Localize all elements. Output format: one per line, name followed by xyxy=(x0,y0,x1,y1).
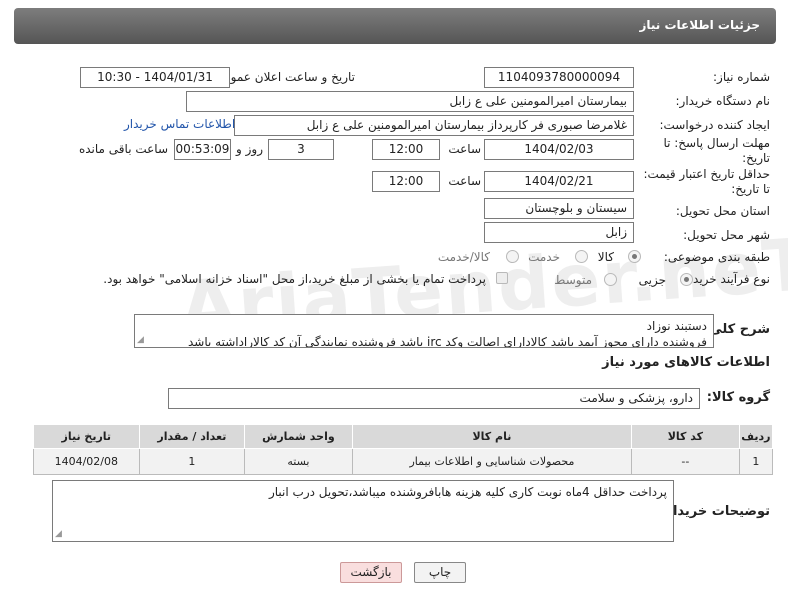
validity-date-field: 1404/02/21 xyxy=(484,171,634,192)
city-label: شهر محل تحویل: xyxy=(683,228,770,242)
reply-time-label: ساعت xyxy=(448,142,481,156)
cell-row: 1 xyxy=(738,448,774,475)
province-label: استان محل تحویل: xyxy=(675,204,770,218)
purchase-radio-minor[interactable] xyxy=(680,273,693,286)
category-radio-goods-service[interactable] xyxy=(506,250,519,263)
days-remaining-field: 3 xyxy=(268,139,334,160)
buyer-notes-textarea[interactable]: پرداخت حداقل 4ماه نوبت کاری کلیه هزینه ه… xyxy=(52,480,674,542)
goods-table-header: ردیف کد کالا نام کالا واحد شمارش تعداد /… xyxy=(33,424,774,449)
announce-field: 1404/01/31 - 10:30 xyxy=(80,67,230,88)
goods-table: ردیف کد کالا نام کالا واحد شمارش تعداد /… xyxy=(33,424,774,475)
goods-group-field: دارو، پزشکی و سلامت xyxy=(168,388,700,409)
category-option-goods: کالا xyxy=(597,250,614,264)
description-line-1: دستبند نوزاد xyxy=(646,319,707,333)
city-field: زابل xyxy=(484,222,634,243)
col-quantity: تعداد / مقدار xyxy=(138,424,246,449)
col-unit: واحد شمارش xyxy=(244,424,353,449)
creator-field: غلامرضا صبوری فر کارپرداز بیمارستان امیر… xyxy=(234,115,634,136)
col-need-date: تاریخ نیاز xyxy=(33,424,140,449)
page-title: جزئیات اطلاعات نیاز xyxy=(639,18,760,32)
col-row: ردیف xyxy=(738,424,774,449)
cell-unit: بسته xyxy=(244,448,353,475)
contact-buyer-link[interactable]: اطلاعات تماس خریدار xyxy=(124,117,235,131)
reply-deadline-label: مهلت ارسال پاسخ: تا xyxy=(663,136,770,150)
creator-label: ایجاد کننده درخواست: xyxy=(659,118,770,132)
reply-time-field: 12:00 xyxy=(372,139,440,160)
resize-handle-icon: ◢ xyxy=(55,529,62,539)
announce-label: تاریخ و ساعت اعلان عمومی: xyxy=(210,70,355,84)
col-code: کد کالا xyxy=(631,424,740,449)
treasury-payment-note: پرداخت تمام یا بخشی از مبلغ خرید،از محل … xyxy=(103,272,486,286)
cell-need-date: 1404/02/08 xyxy=(33,448,140,475)
buyer-notes-text: پرداخت حداقل 4ماه نوبت کاری کلیه هزینه ه… xyxy=(268,485,667,499)
back-button[interactable]: بازگشت xyxy=(340,562,402,583)
cell-name: محصولات شناسایی و اطلاعات بیمار xyxy=(351,448,633,475)
buyer-label: نام دستگاه خریدار: xyxy=(675,94,771,108)
print-button[interactable]: چاپ xyxy=(414,562,466,583)
days-label: روز و xyxy=(236,142,263,156)
description-line-2: فروشنده دارای مجوز آیمد باشد کالادارای ا… xyxy=(187,335,707,348)
reply-date-field: 1404/02/03 xyxy=(484,139,634,160)
category-option-goods-service: کالا/خدمت xyxy=(437,250,490,264)
category-radio-goods[interactable] xyxy=(628,250,641,263)
category-label: طبقه بندی موضوعی: xyxy=(663,250,770,264)
header-bar: جزئیات اطلاعات نیاز xyxy=(14,8,776,44)
validity-label: حداقل تاریخ اعتبار قیمت: xyxy=(643,167,770,181)
category-radio-service[interactable] xyxy=(575,250,588,263)
category-option-service: خدمت xyxy=(528,250,560,264)
reply-deadline-label-2: تاریخ: xyxy=(742,151,770,165)
cell-quantity: 1 xyxy=(138,448,246,475)
province-field: سیستان و بلوچستان xyxy=(484,198,634,219)
goods-group-label: گروه کالا: xyxy=(706,390,770,405)
purchase-option-minor: جزیی xyxy=(638,273,666,287)
treasury-payment-checkbox[interactable] xyxy=(496,272,508,284)
table-row: 1 -- محصولات شناسایی و اطلاعات بیمار بست… xyxy=(33,448,774,475)
purchase-radio-medium[interactable] xyxy=(604,273,617,286)
purchase-type-label: نوع فرآیند خرید : xyxy=(685,272,770,286)
validity-label-2: تا تاریخ: xyxy=(731,182,770,196)
validity-time-label: ساعت xyxy=(448,174,481,188)
cell-code: -- xyxy=(631,448,740,475)
description-textarea[interactable]: دستبند نوزاد فروشنده دارای مجوز آیمد باش… xyxy=(134,314,714,348)
purchase-option-medium: متوسط xyxy=(554,273,592,287)
resize-handle-icon: ◢ xyxy=(137,335,144,345)
col-name: نام کالا xyxy=(351,424,633,449)
buyer-field: بیمارستان امیرالمومنین علی ع زابل xyxy=(186,91,634,112)
remaining-time-field: 00:53:09 xyxy=(174,139,231,160)
validity-time-field: 12:00 xyxy=(372,171,440,192)
need-number-field: 1104093780000094 xyxy=(484,67,634,88)
need-number-label: شماره نیاز: xyxy=(713,70,770,84)
buyer-notes-label: توضیحات خریدار: xyxy=(660,504,770,519)
goods-section-title: اطلاعات کالاهای مورد نیاز xyxy=(602,355,770,370)
remaining-time-label: ساعت باقی مانده xyxy=(78,142,168,156)
